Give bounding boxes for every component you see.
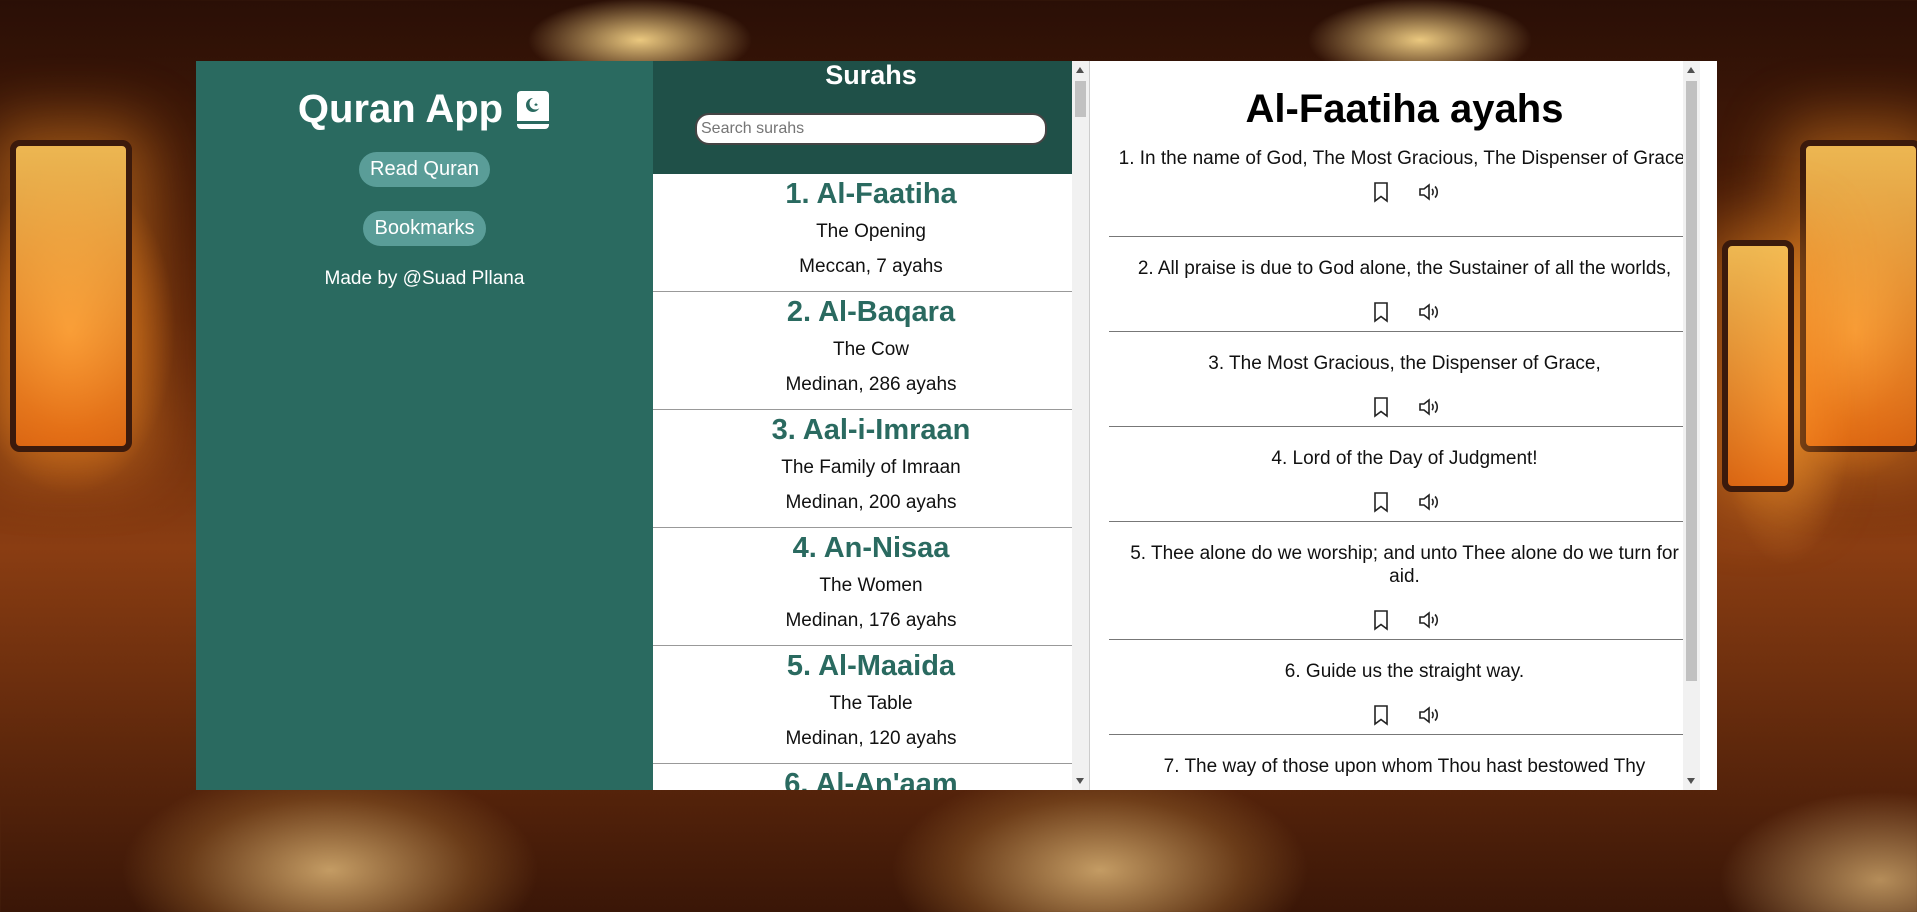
ayah-text: 2. All praise is due to God alone, the S… [1137,258,1672,279]
audio-play-icon[interactable] [1417,395,1441,419]
surah-name: 2. Al-Baqara [786,296,956,328]
ayah-text: 7. The way of those upon whom Thou hast … [1163,756,1646,777]
search-surahs-input[interactable] [695,113,1047,145]
ayah-item: 3. The Most Gracious, the Dispenser of G… [1109,332,1700,427]
surah-list-item[interactable]: 3. Aal-i-Imraan The Family of Imraan Med… [653,410,1089,528]
surah-name: 6. Al-An'aam [784,768,958,790]
bookmark-icon[interactable] [1369,703,1393,727]
ayah-text: 6. Guide us the straight way. [1284,661,1525,682]
audio-play-icon[interactable] [1417,608,1441,632]
ayahs-scrollbar[interactable] [1683,61,1700,790]
surah-name: 4. An-Nisaa [792,532,950,564]
surah-name: 3. Aal-i-Imraan [771,414,971,446]
surah-english-name: The Women [819,575,923,596]
surah-english-name: The Opening [816,221,926,242]
ayahs-panel: Al-Faatiha ayahs 1. In the name of God, … [1109,61,1700,790]
surah-meta: Medinan, 120 ayahs [785,728,957,749]
surahs-header: Surahs [653,61,1089,174]
surahs-panel: Surahs 1. Al-Faatiha The Opening Meccan,… [653,61,1090,790]
bookmarks-button[interactable]: Bookmarks [363,211,486,246]
ayah-text: 1. In the name of God, The Most Gracious… [1118,148,1691,169]
app-title: Quran App [196,61,653,132]
bookmark-icon[interactable] [1369,490,1393,514]
surah-list-item[interactable]: 6. Al-An'aam [653,764,1089,790]
app-title-text: Quran App [297,87,504,131]
audio-play-icon[interactable] [1417,180,1441,204]
ayah-item: 5. Thee alone do we worship; and unto Th… [1109,522,1700,640]
surah-meta: Medinan, 176 ayahs [785,610,957,631]
surah-list-item[interactable]: 4. An-Nisaa The Women Medinan, 176 ayahs [653,528,1089,646]
surah-english-name: The Family of Imraan [781,457,961,478]
quran-book-icon [515,90,551,130]
scroll-up-arrow-icon[interactable] [1687,67,1695,73]
surah-name: 1. Al-Faatiha [785,178,957,210]
surah-list-item[interactable]: 2. Al-Baqara The Cow Medinan, 286 ayahs [653,292,1089,410]
surahs-title: Surahs [825,61,917,90]
bookmark-icon[interactable] [1369,608,1393,632]
surah-english-name: The Table [829,693,913,714]
background-lantern-right [1800,140,1917,452]
surahs-scrollbar[interactable] [1072,61,1089,790]
ayah-text: 5. Thee alone do we worship; and unto Th… [1130,543,1679,587]
sidebar: Quran App Read Quran Bookmarks Made by @… [196,61,653,790]
bookmark-icon[interactable] [1369,395,1393,419]
surah-meta: Meccan, 7 ayahs [799,256,943,277]
bookmark-icon[interactable] [1369,180,1393,204]
ayah-item: 7. The way of those upon whom Thou hast … [1109,735,1700,790]
ayah-item: 1. In the name of God, The Most Gracious… [1109,132,1700,237]
audio-play-icon[interactable] [1417,490,1441,514]
ayah-item: 4. Lord of the Day of Judgment! [1109,427,1700,522]
scroll-down-arrow-icon[interactable] [1076,778,1084,784]
audio-play-icon[interactable] [1417,703,1441,727]
credit-text: Made by @Suad Pllana [324,268,525,289]
surah-english-name: The Cow [832,339,910,360]
surah-meta: Medinan, 286 ayahs [785,374,957,395]
surah-meta: Medinan, 200 ayahs [785,492,957,513]
surah-name: 5. Al-Maaida [786,650,956,682]
surah-list-item[interactable]: 1. Al-Faatiha The Opening Meccan, 7 ayah… [653,174,1089,292]
ayahs-title: Al-Faatiha ayahs [1245,87,1564,131]
bookmark-icon[interactable] [1369,300,1393,324]
read-quran-button[interactable]: Read Quran [359,152,490,187]
ayah-item: 6. Guide us the straight way. [1109,640,1700,735]
ayahs-scroll-thumb[interactable] [1686,81,1697,681]
surahs-scroll-thumb[interactable] [1075,81,1086,117]
app-window: Quran App Read Quran Bookmarks Made by @… [196,61,1717,790]
background-lantern-center [1722,240,1794,492]
surah-list-item[interactable]: 5. Al-Maaida The Table Medinan, 120 ayah… [653,646,1089,764]
scroll-up-arrow-icon[interactable] [1076,67,1084,73]
background-lantern-left [10,140,132,452]
ayah-text: 3. The Most Gracious, the Dispenser of G… [1208,353,1601,374]
scroll-down-arrow-icon[interactable] [1687,778,1695,784]
audio-play-icon[interactable] [1417,300,1441,324]
ayah-text: 4. Lord of the Day of Judgment! [1271,448,1538,469]
ayah-item: 2. All praise is due to God alone, the S… [1109,237,1700,332]
